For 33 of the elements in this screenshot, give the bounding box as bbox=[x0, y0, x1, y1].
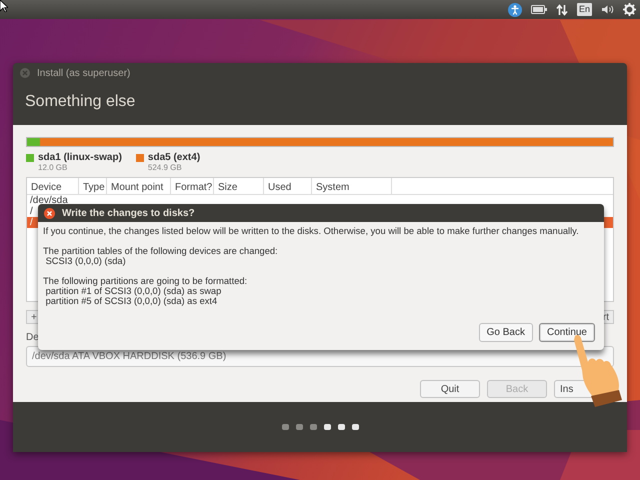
boot-loader-label: De bbox=[26, 332, 39, 343]
column-header[interactable]: Size bbox=[214, 178, 264, 194]
action-button[interactable]: Quit bbox=[420, 380, 480, 398]
column-header[interactable]: Mount point bbox=[107, 178, 171, 194]
column-header[interactable]: Device bbox=[27, 178, 79, 194]
dialog-text: partition #1 of SCSI3 (0,0,0) (sda) as swap bbox=[44, 286, 222, 296]
settings-icon[interactable] bbox=[623, 3, 636, 16]
dialog-button[interactable]: Continue bbox=[538, 323, 595, 342]
table-row[interactable]: /dev/sda bbox=[27, 195, 613, 206]
dialog-text: The partition tables of the following devices are changed: bbox=[43, 246, 279, 256]
network-arrows-icon[interactable] bbox=[556, 4, 568, 16]
dialog-title: Write the changes to disks? bbox=[62, 208, 195, 218]
column-header[interactable]: System bbox=[312, 178, 392, 194]
battery-icon[interactable] bbox=[530, 5, 547, 14]
column-header[interactable]: Format? bbox=[171, 178, 214, 194]
partition-size: 12.0 GB bbox=[38, 163, 68, 172]
window-title: Install (as superuser) bbox=[37, 68, 130, 78]
column-header[interactable]: Used bbox=[264, 178, 312, 194]
column-header[interactable]: Type bbox=[79, 178, 107, 194]
partition-size: 524.9 GB bbox=[148, 163, 183, 172]
dialog-text: partition #5 of SCSI3 (0,0,0) (sda) as ext4 bbox=[44, 296, 218, 306]
volume-icon[interactable] bbox=[601, 4, 614, 15]
close-icon[interactable] bbox=[44, 208, 55, 218]
page-heading: Something else bbox=[24, 92, 136, 112]
keyboard-layout-indicator[interactable]: En bbox=[576, 3, 592, 16]
mouse-cursor-icon bbox=[0, 0, 8, 12]
partition-name: sda5 (ext4) bbox=[148, 152, 200, 163]
dialog-button[interactable]: Go Back bbox=[478, 323, 533, 342]
partition-name: sda1 (linux-swap) bbox=[38, 152, 122, 163]
dialog-text: If you continue, the changes listed below will be written to the disks. Otherwise, you will be able to make further changes manually. bbox=[43, 226, 580, 236]
dialog-text: SCSI3 (0,0,0) (sda) bbox=[44, 256, 127, 266]
accessibility-icon[interactable] bbox=[508, 2, 522, 16]
dialog-text: The following partitions are going to be formatted: bbox=[43, 276, 248, 286]
